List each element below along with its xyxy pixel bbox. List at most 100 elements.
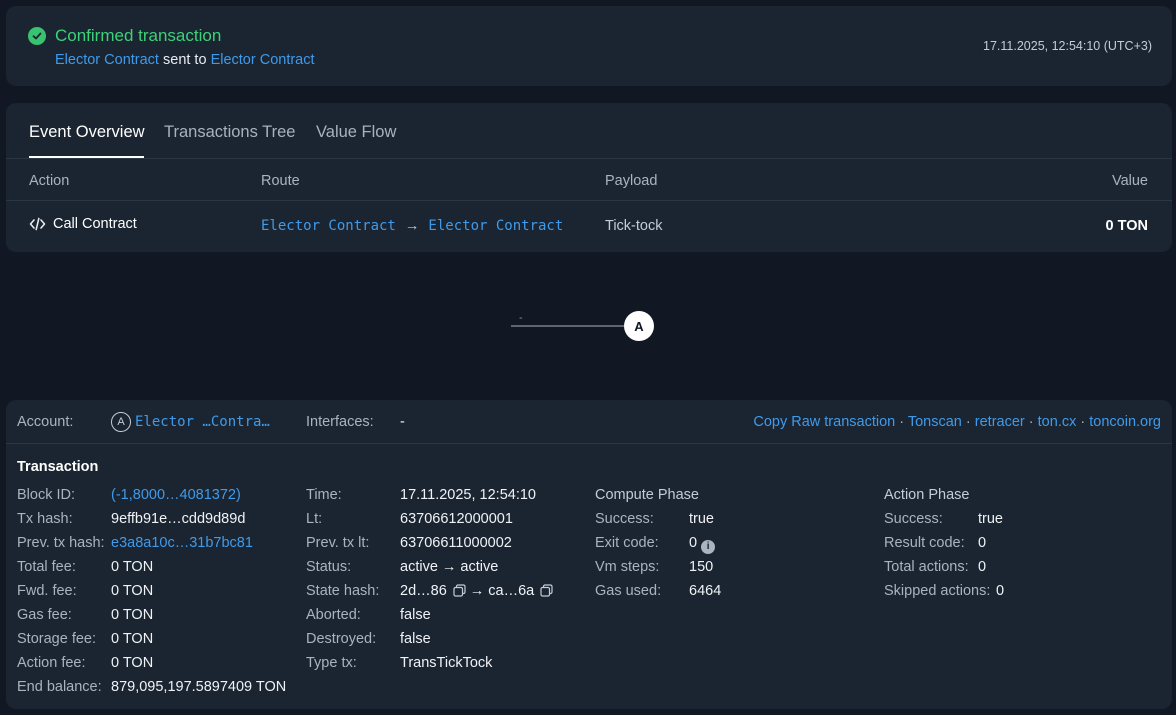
state-hash-value: 2d…86 → ca…6a: [400, 583, 557, 599]
skipped-actions-value: 0: [996, 583, 1005, 599]
result-code-label: Result code:: [884, 535, 965, 551]
code-icon: [29, 217, 46, 231]
time-value: 17.11.2025, 12:54:10: [400, 487, 536, 503]
storage-fee-value: 0 TON: [111, 631, 154, 647]
header-value: Value: [1111, 173, 1148, 189]
copy-icon[interactable]: [540, 584, 553, 597]
fwd-fee-value: 0 TON: [111, 583, 154, 599]
tx-hash-label: Tx hash:: [17, 511, 73, 527]
tab-value-flow[interactable]: Value Flow: [316, 123, 396, 142]
external-links: Copy Raw transaction · Tonscan · retrace…: [753, 414, 1161, 430]
transaction-header: Confirmed transaction Elector Contract s…: [6, 6, 1172, 86]
prev-tx-hash-label: Prev. tx hash:: [17, 535, 105, 551]
header-payload: Payload: [605, 173, 658, 189]
vm-steps-value: 150: [689, 559, 714, 575]
transaction-graph: - A: [0, 252, 1176, 400]
block-id-link[interactable]: (-1,8000…4081372): [111, 487, 241, 503]
compute-phase-title: Compute Phase: [595, 487, 699, 503]
account-badge: A: [111, 412, 131, 432]
gas-used-value: 6464: [689, 583, 722, 599]
tab-transactions-tree[interactable]: Transactions Tree: [164, 123, 295, 142]
interfaces-label: Interfaces:: [306, 414, 374, 430]
account-link[interactable]: Elector …Contra…: [135, 414, 270, 430]
state-hash-arrow: →: [469, 583, 485, 599]
route-arrow: →: [404, 218, 420, 234]
tonscan-link[interactable]: Tonscan: [908, 414, 962, 430]
gas-fee-value: 0 TON: [111, 607, 154, 623]
table-header: Action Route Payload Value: [6, 160, 1172, 201]
storage-fee-label: Storage fee:: [17, 631, 96, 647]
tab-event-overview[interactable]: Event Overview: [29, 123, 145, 142]
info-icon[interactable]: i: [701, 539, 716, 554]
lt-value: 63706612000001: [400, 511, 513, 527]
prev-lt-label: Prev. tx lt:: [306, 535, 370, 551]
action-fee-value: 0 TON: [111, 655, 154, 671]
block-id-label: Block ID:: [17, 487, 76, 503]
tx-hash-value: 9effb91e…cdd9d89d: [111, 511, 246, 527]
route-cell: Elector Contract → Elector Contract: [261, 218, 563, 234]
total-fee-label: Total fee:: [17, 559, 76, 575]
to-contract-link[interactable]: Elector Contract: [211, 52, 315, 68]
toncoin-link[interactable]: toncoin.org: [1089, 414, 1161, 430]
transaction-title: Transaction: [17, 459, 99, 475]
route-from-link[interactable]: Elector Contract: [261, 218, 396, 234]
result-code-value: 0: [978, 535, 987, 551]
table-row[interactable]: Call Contract Elector Contract → Elector…: [6, 202, 1172, 252]
type-tx-value: TransTickTock: [400, 655, 493, 671]
action-success-label: Success:: [884, 511, 943, 527]
vm-steps-label: Vm steps:: [595, 559, 660, 575]
check-circle-icon: [28, 27, 46, 45]
time-label: Time:: [306, 487, 342, 503]
action-fee-label: Action fee:: [17, 655, 86, 671]
end-balance-label: End balance:: [17, 679, 102, 695]
action-success-value: true: [978, 511, 1003, 527]
action-label: Call Contract: [53, 216, 137, 232]
header-route: Route: [261, 173, 300, 189]
status-value: active → active: [400, 559, 499, 575]
value-cell: 0 TON: [1105, 218, 1148, 234]
from-contract-link[interactable]: Elector Contract: [55, 52, 159, 68]
interfaces-value: -: [400, 414, 405, 430]
total-actions-label: Total actions:: [884, 559, 969, 575]
skipped-actions-label: Skipped actions:: [884, 583, 991, 599]
payload-cell: Tick-tock: [605, 218, 663, 234]
gas-fee-label: Gas fee:: [17, 607, 72, 623]
route-to-link[interactable]: Elector Contract: [428, 218, 563, 234]
header-action: Action: [29, 173, 70, 189]
copy-raw-link[interactable]: Copy Raw transaction: [753, 414, 895, 430]
sent-to-text: sent to: [163, 52, 207, 68]
compute-success-label: Success:: [595, 511, 654, 527]
status-label: Status:: [306, 559, 352, 575]
node-label: A: [634, 319, 644, 334]
exit-code-value: 0i: [689, 535, 716, 554]
graph-canvas: - A: [511, 311, 654, 341]
sender-summary: Elector Contract sent to Elector Contrac…: [55, 52, 315, 68]
transaction-details: Account: A Elector …Contra… Interfaces: …: [6, 400, 1172, 709]
active-tab-indicator: [29, 156, 144, 158]
total-fee-value: 0 TON: [111, 559, 154, 575]
aborted-value: false: [400, 607, 431, 623]
prev-lt-value: 63706611000002: [400, 535, 512, 551]
account-label: Account:: [17, 414, 74, 430]
edge-label: -: [519, 312, 523, 324]
retracer-link[interactable]: retracer: [975, 414, 1025, 430]
confirm-title: Confirmed transaction: [55, 26, 222, 45]
state-hash-to: ca…6a: [488, 583, 535, 599]
exit-code-label: Exit code:: [595, 535, 659, 551]
graph-node-a[interactable]: A: [624, 311, 654, 341]
toncx-link[interactable]: ton.cx: [1038, 414, 1077, 430]
fwd-fee-label: Fwd. fee:: [17, 583, 77, 599]
copy-icon[interactable]: [453, 584, 466, 597]
action-cell: Call Contract: [29, 216, 137, 232]
account-row: Account: A Elector …Contra… Interfaces: …: [6, 400, 1172, 444]
prev-tx-hash-link[interactable]: e3a8a10c…31b7bc81: [111, 535, 253, 551]
destroyed-value: false: [400, 631, 431, 647]
timestamp: 17.11.2025, 12:54:10 (UTC+3): [983, 39, 1152, 53]
end-balance-value: 879,095,197.5897409 TON: [111, 679, 287, 695]
destroyed-label: Destroyed:: [306, 631, 377, 647]
confirm-row: Confirmed transaction: [28, 26, 221, 46]
compute-success-value: true: [689, 511, 714, 527]
aborted-label: Aborted:: [306, 607, 361, 623]
total-actions-value: 0: [978, 559, 987, 575]
gas-used-label: Gas used:: [595, 583, 662, 599]
